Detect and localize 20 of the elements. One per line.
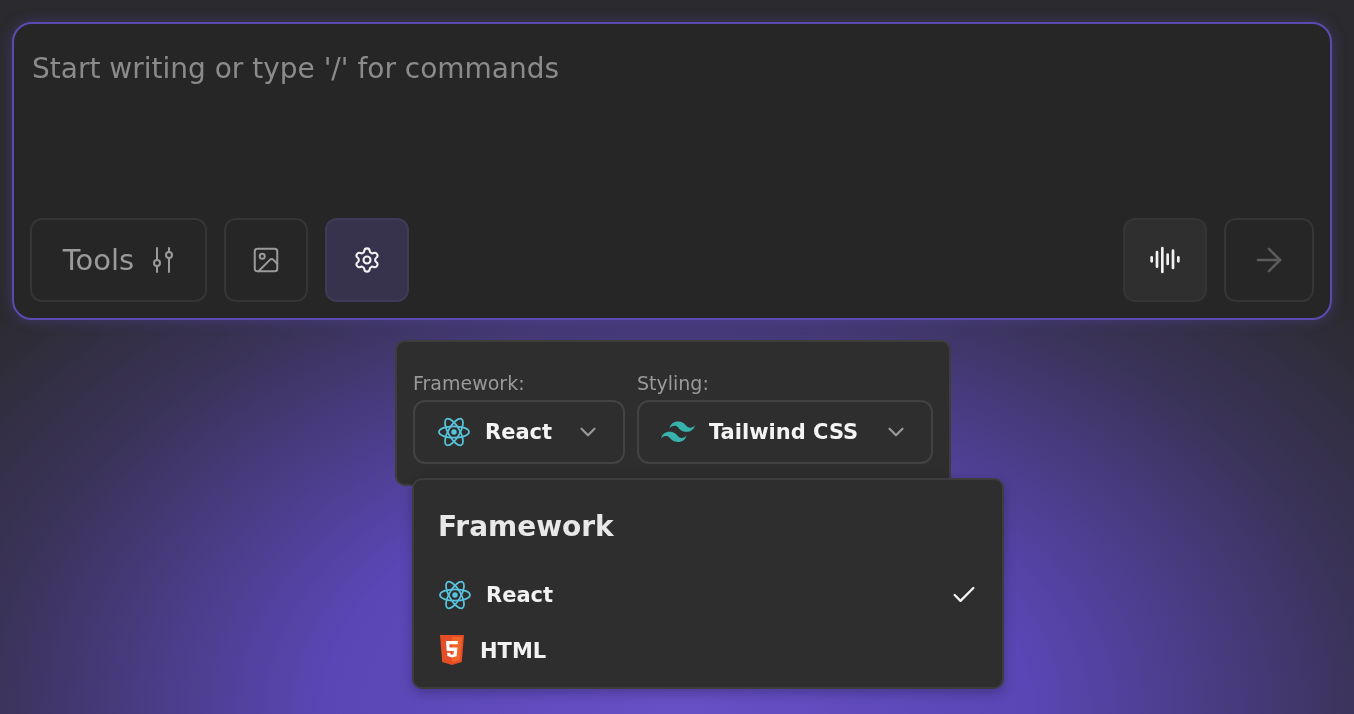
select-dropdown[interactable]: Tailwind CSS — [637, 400, 933, 464]
voice-button[interactable] — [1123, 218, 1207, 302]
settings-icon — [353, 246, 381, 274]
image-icon — [251, 245, 281, 275]
field-label: Framework: — [413, 372, 526, 394]
menu-item[interactable]: React — [438, 567, 978, 623]
audio-lines-icon — [1149, 244, 1181, 276]
menu-title: Framework — [438, 510, 615, 543]
shield-five-icon — [438, 635, 466, 667]
atom-icon — [437, 417, 471, 447]
atom-icon — [438, 580, 472, 610]
menu-item[interactable]: HTML — [438, 623, 978, 679]
settings-button[interactable] — [325, 218, 409, 302]
select-dropdown[interactable]: React — [413, 400, 625, 464]
tools-button[interactable]: Tools — [30, 218, 207, 302]
sliders-icon — [152, 246, 175, 274]
wave-icon — [661, 421, 695, 443]
prompt-input[interactable]: Start writing or type '/' for commands — [30, 52, 932, 85]
field-label: Styling: — [637, 372, 710, 394]
image-button[interactable] — [224, 218, 308, 302]
